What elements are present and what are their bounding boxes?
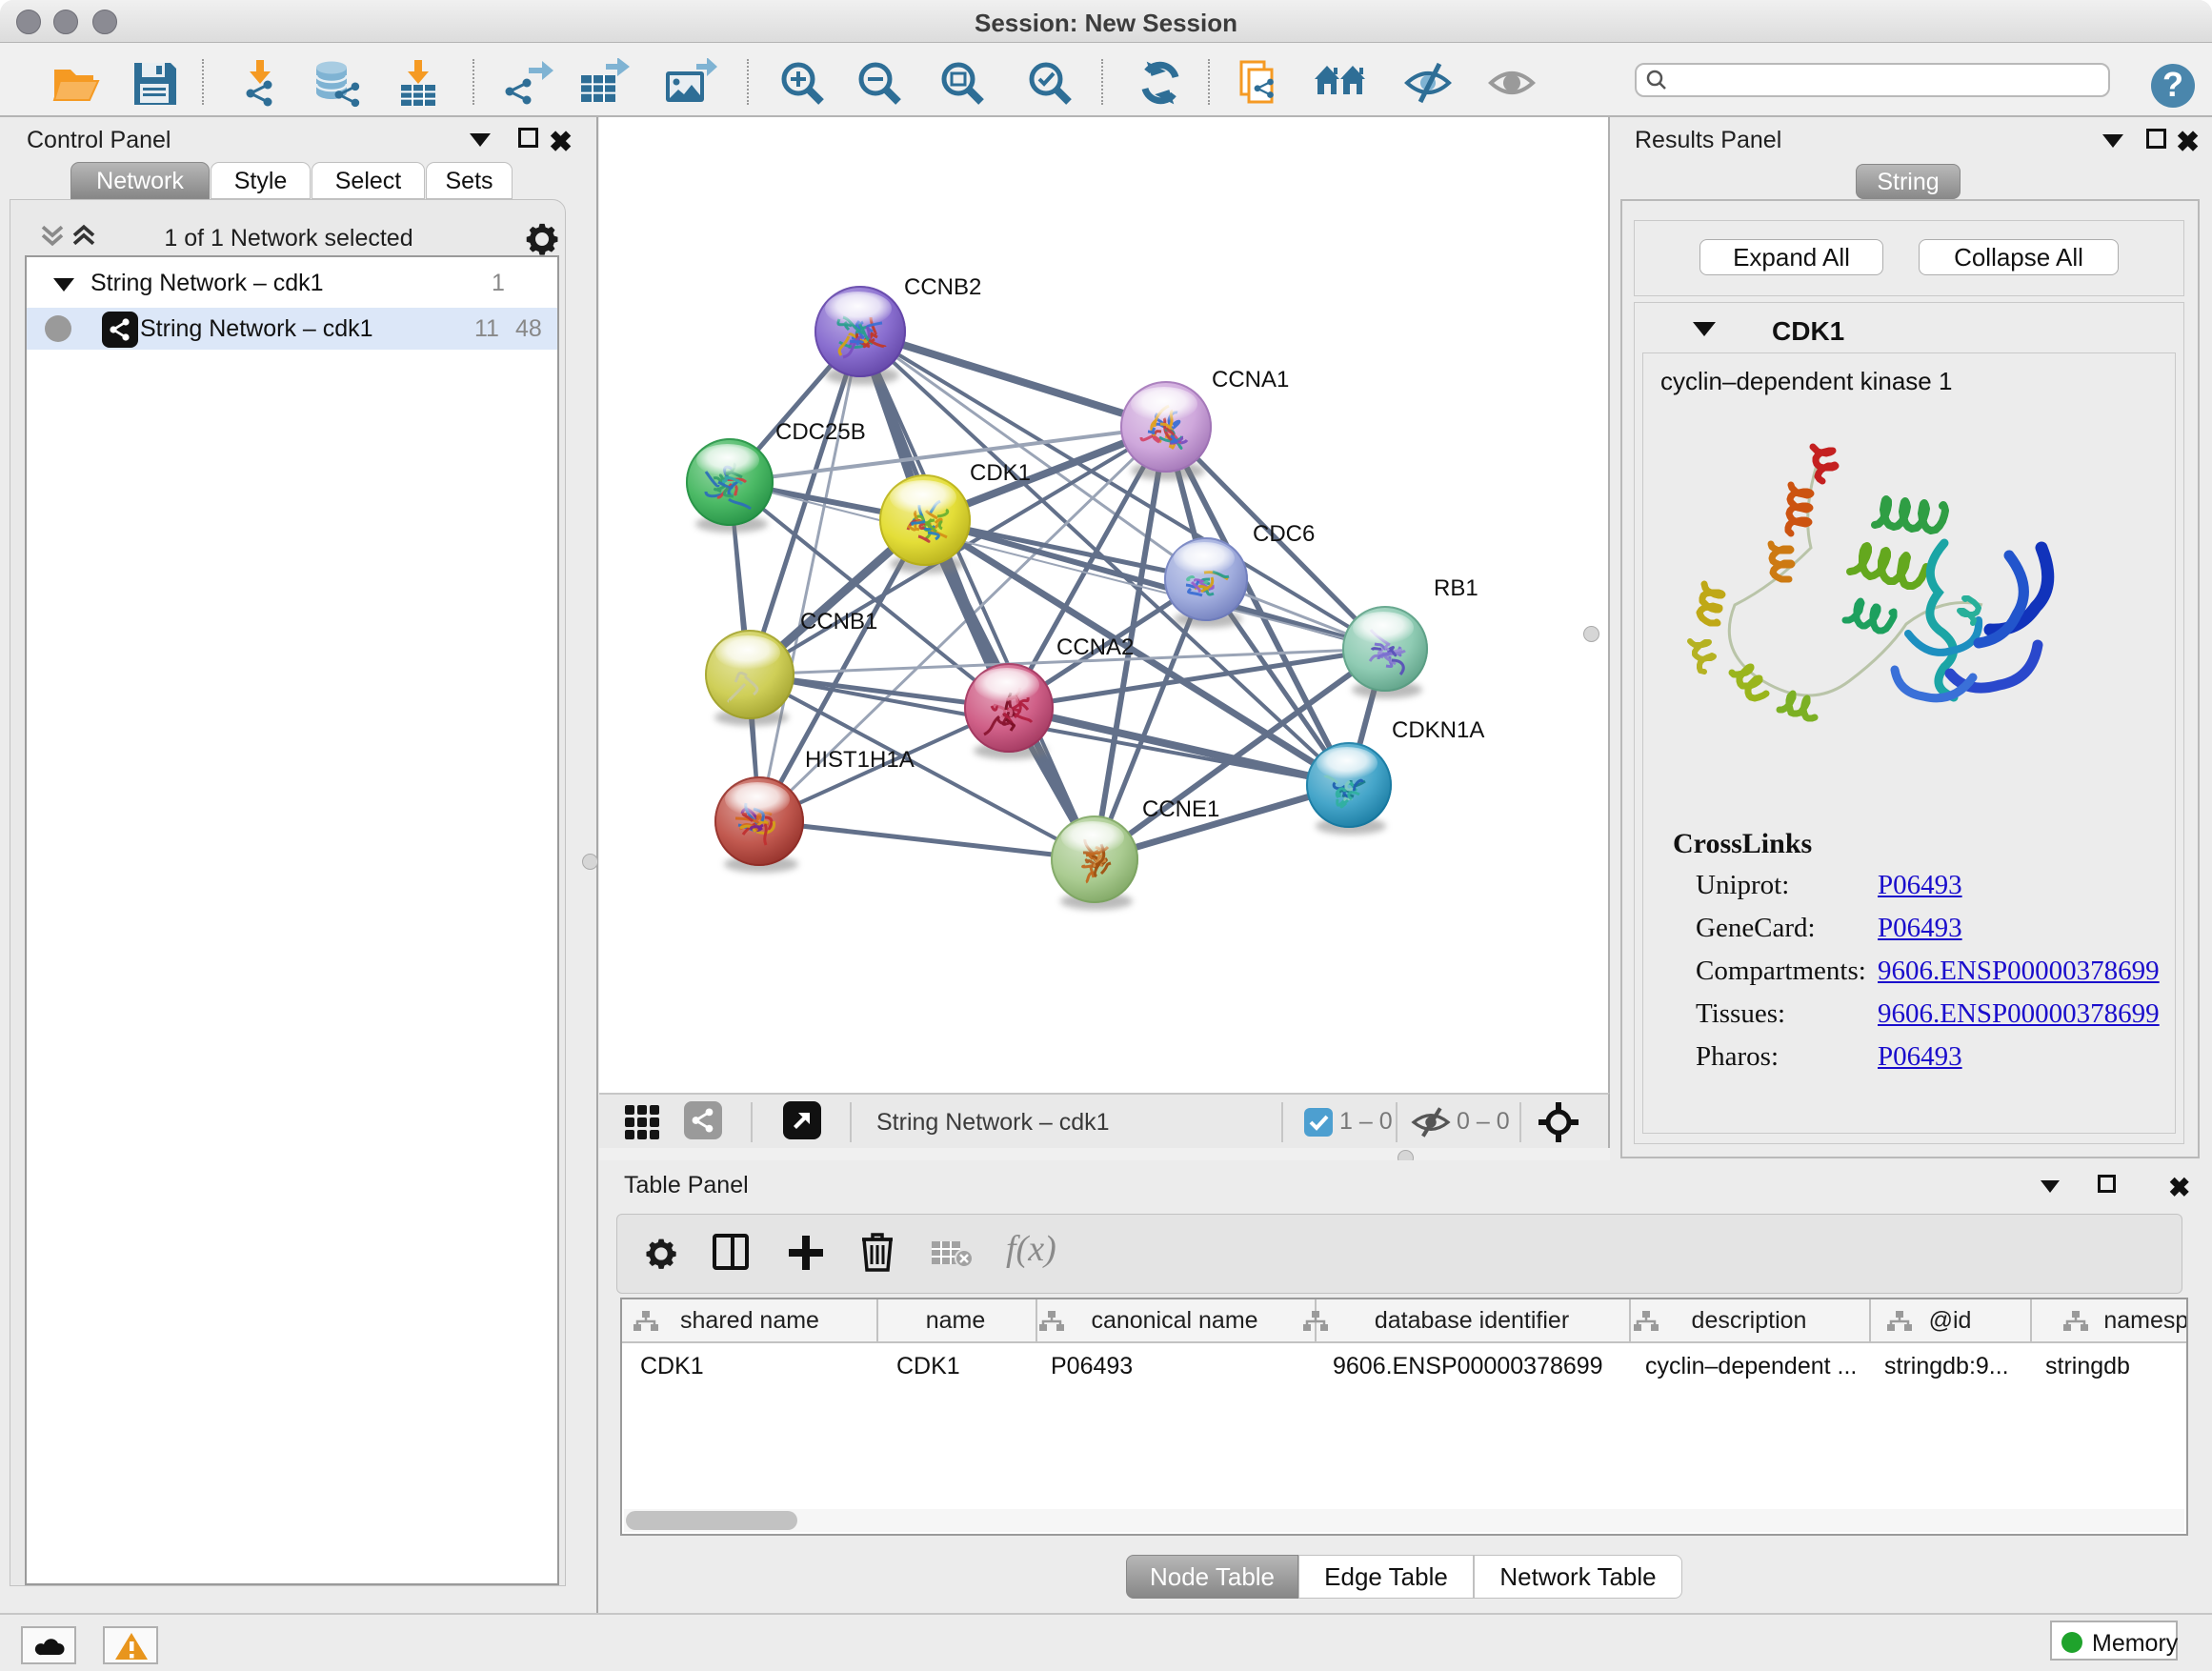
svg-text:CDC6: CDC6 — [1253, 521, 1315, 547]
svg-text:CCNB2: CCNB2 — [904, 274, 981, 300]
svg-text:?: ? — [2162, 65, 2183, 104]
svg-text:HIST1H1A: HIST1H1A — [805, 747, 915, 773]
svg-text:CCNE1: CCNE1 — [1142, 796, 1219, 822]
svg-text:CDC25B: CDC25B — [775, 419, 866, 445]
svg-text:CCNA1: CCNA1 — [1212, 367, 1289, 393]
svg-text:CDK1: CDK1 — [970, 460, 1031, 486]
svg-text:RB1: RB1 — [1434, 575, 1478, 601]
svg-text:CDKN1A: CDKN1A — [1392, 717, 1484, 743]
svg-text:CCNA2: CCNA2 — [1056, 634, 1134, 660]
svg-text:CCNB1: CCNB1 — [800, 609, 877, 634]
